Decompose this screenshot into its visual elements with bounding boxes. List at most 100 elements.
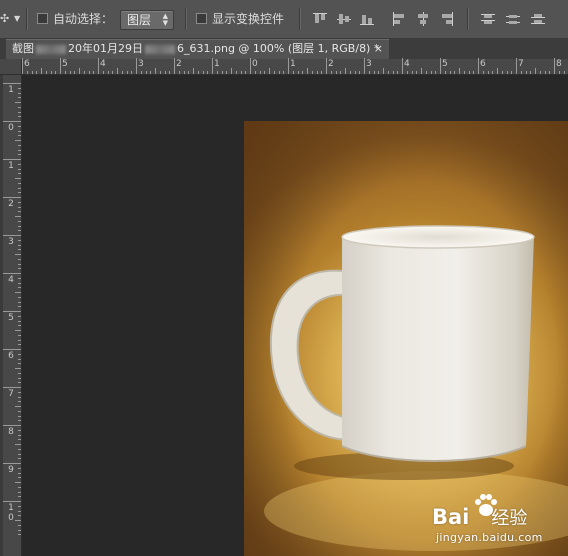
ruler-tick <box>435 71 437 74</box>
ruler-tick <box>18 334 21 336</box>
ruler-tick <box>159 71 161 74</box>
ruler-tick <box>79 68 80 74</box>
ruler-tick <box>411 71 413 74</box>
ruler-tick <box>478 58 479 74</box>
ruler-tick <box>354 71 356 74</box>
ruler-tick <box>18 353 21 355</box>
ruler-tick <box>292 71 294 74</box>
ruler-tick <box>18 320 21 322</box>
ruler-label: 3 <box>138 59 144 69</box>
align-bottom-edges-icon[interactable] <box>360 12 374 26</box>
ruler-tick <box>506 71 508 74</box>
ruler-tick <box>430 71 432 74</box>
ruler-tick <box>530 71 532 74</box>
document-tab[interactable]: 截图 20年01月29日 6_631.png @ 100% (图层 1, RGB/8… <box>6 39 389 59</box>
ruler-label: 4 <box>404 59 410 69</box>
ruler-tick <box>15 216 21 217</box>
coffee-mug-photo <box>244 121 568 556</box>
ruler-tick <box>544 71 546 74</box>
ruler-tick <box>18 515 21 517</box>
ruler-tick <box>18 344 21 346</box>
document-image[interactable] <box>244 121 568 556</box>
ruler-tick <box>18 230 21 232</box>
ruler-tick <box>18 415 21 417</box>
show-transform-checkbox[interactable] <box>196 13 207 24</box>
ruler-tick <box>245 71 247 74</box>
ruler-tick <box>539 71 541 74</box>
ruler-tick <box>250 58 251 74</box>
ruler-tick <box>140 71 142 74</box>
ruler-tick <box>31 71 33 74</box>
ruler-tick <box>15 406 21 407</box>
ruler-tick <box>18 201 21 203</box>
ruler-tick <box>288 58 289 74</box>
ruler-label: 4 <box>100 59 106 69</box>
ruler-tick <box>444 71 446 74</box>
ruler-tick <box>88 71 90 74</box>
ruler-tick <box>0 197 21 198</box>
ruler-tick <box>18 510 21 512</box>
ruler-tick <box>397 71 399 74</box>
ruler-tick <box>335 71 337 74</box>
ruler-tick <box>98 58 99 74</box>
tool-preset-dropdown-icon[interactable]: ▼ <box>14 13 20 25</box>
ruler-tick <box>18 192 21 194</box>
ruler-tick <box>22 58 23 74</box>
horizontal-ruler[interactable]: 6 5 4 3 2 1 0 1 2 3 4 5 6 7 8 <box>0 58 568 75</box>
align-left-edges-icon[interactable] <box>392 12 406 26</box>
distribute-vertical-centers-icon[interactable] <box>506 12 520 26</box>
ruler-label: 8 <box>8 427 14 437</box>
separator <box>467 8 469 30</box>
ruler-tick <box>364 58 365 74</box>
ruler-tick <box>321 71 323 74</box>
ruler-tick <box>440 58 441 74</box>
ruler-tick <box>18 258 21 260</box>
ruler-tick <box>15 482 21 483</box>
ruler-tick <box>402 58 403 74</box>
ruler-tick <box>212 58 213 74</box>
auto-select-target-dropdown[interactable]: 图层 ▲ ▼ <box>120 10 174 30</box>
distribute-bottom-icon[interactable] <box>531 12 545 26</box>
distribute-top-icon[interactable] <box>481 12 495 26</box>
ruler-tick <box>174 58 175 74</box>
ruler-tick <box>18 296 21 298</box>
ruler-tick <box>178 71 180 74</box>
align-top-edges-icon[interactable] <box>313 12 327 26</box>
ruler-label: 5 <box>442 59 448 69</box>
close-tab-icon[interactable]: × <box>374 41 383 57</box>
move-tool-icon[interactable]: ✣ <box>0 11 12 27</box>
align-vertical-centers-icon[interactable] <box>337 12 351 26</box>
ruler-tick <box>240 71 242 74</box>
ruler-tick <box>558 71 560 74</box>
ruler-tick <box>0 387 21 388</box>
ruler-tick <box>45 71 47 74</box>
ruler-tick <box>520 71 522 74</box>
ruler-tick <box>221 71 223 74</box>
ruler-tick <box>50 71 52 74</box>
tab-title-prefix: 截图 <box>12 42 34 55</box>
ruler-tick <box>0 235 21 236</box>
align-right-edges-icon[interactable] <box>440 12 454 26</box>
ruler-tick <box>297 71 299 74</box>
stepper-arrows-icon: ▲ ▼ <box>162 12 168 27</box>
watermark-url: jingyan.baidu.com <box>436 531 543 544</box>
ruler-tick <box>18 92 21 94</box>
ruler-tick <box>368 71 370 74</box>
ruler-label: 7 <box>8 389 14 399</box>
tool-panel-edge <box>0 75 3 556</box>
align-horizontal-centers-icon[interactable] <box>416 12 430 26</box>
ruler-origin-corner[interactable] <box>0 59 22 75</box>
ruler-tick <box>15 140 21 141</box>
vertical-ruler[interactable]: 101234567891 0 <box>0 75 22 556</box>
ruler-tick <box>482 71 484 74</box>
ruler-tick <box>18 486 21 488</box>
auto-select-checkbox[interactable] <box>37 13 48 24</box>
ruler-tick <box>18 458 21 460</box>
ruler-tick <box>273 71 275 74</box>
ruler-tick <box>15 254 21 255</box>
ruler-tick <box>18 382 21 384</box>
ruler-tick <box>326 58 327 74</box>
ruler-label: 8 <box>556 59 562 69</box>
ruler-tick <box>18 401 21 403</box>
ruler-label: 6 <box>480 59 486 69</box>
